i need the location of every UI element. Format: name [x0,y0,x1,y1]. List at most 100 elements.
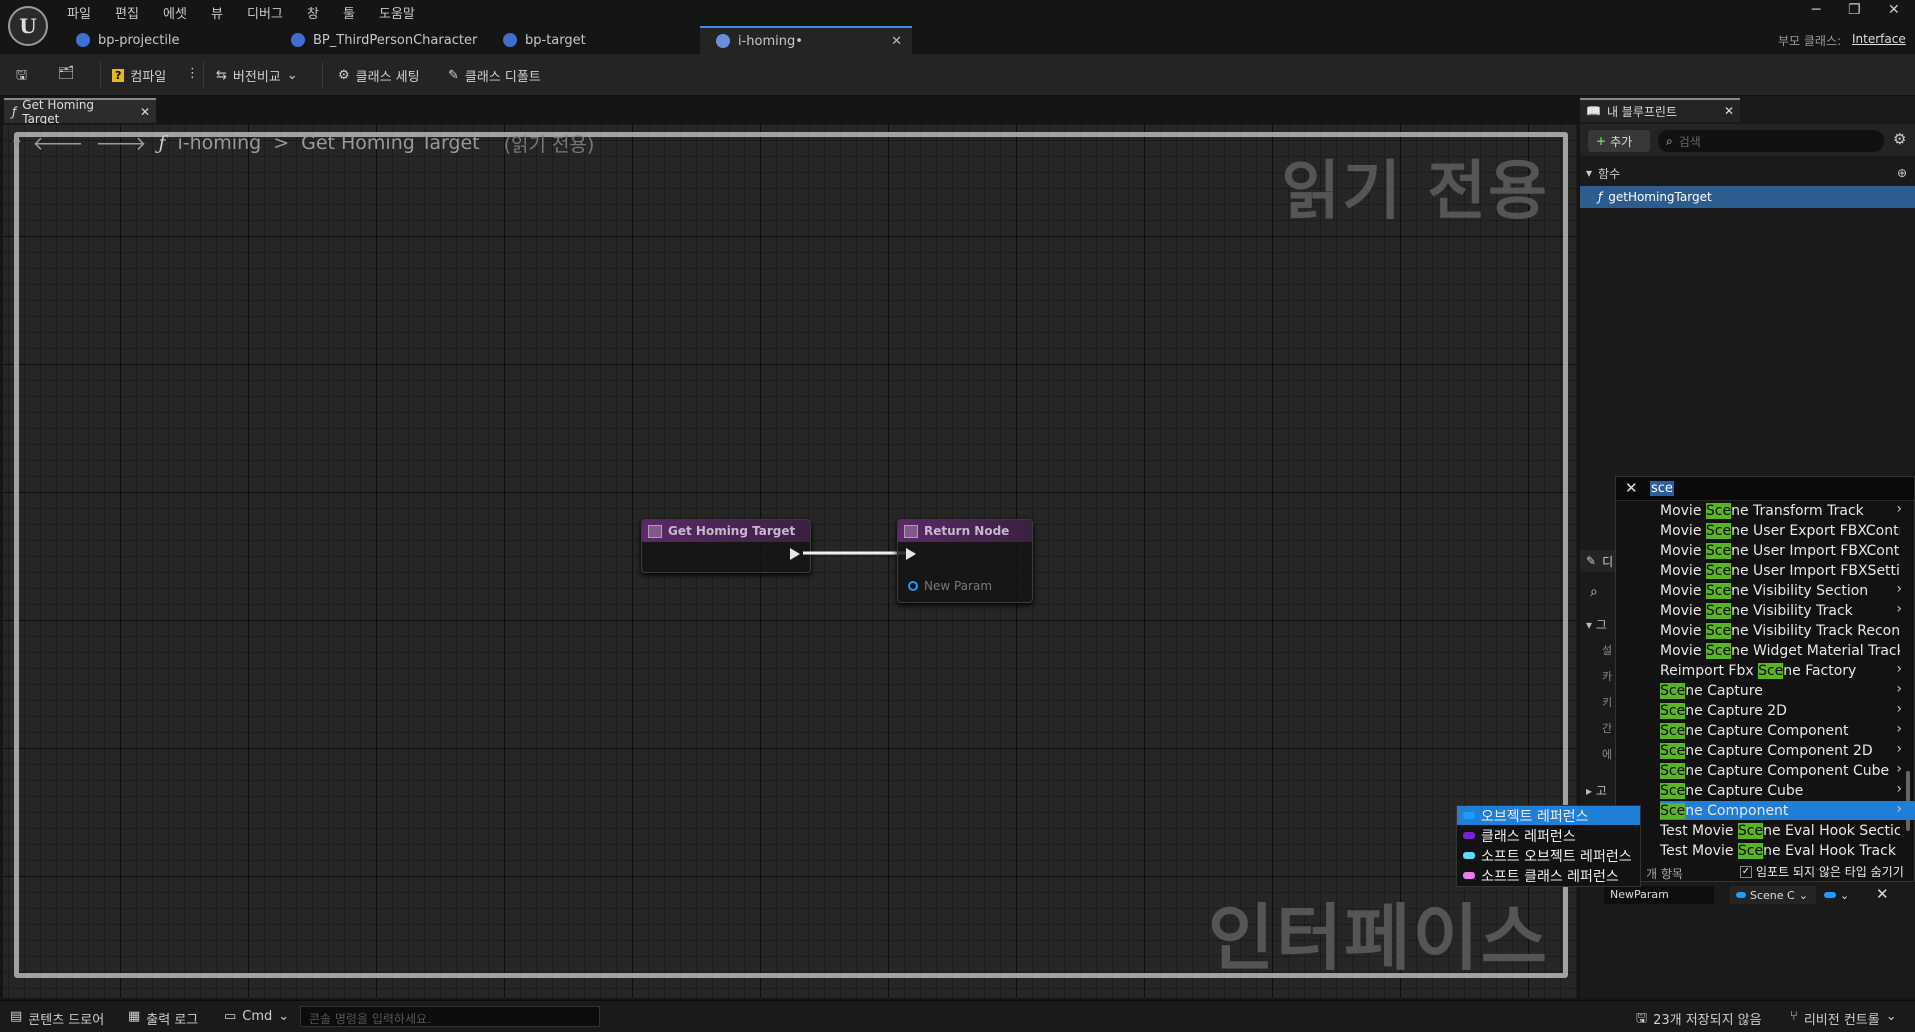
forward-icon[interactable]: 🡒 [95,132,146,155]
tab-my-blueprint[interactable]: 📖 내 블루프린트 ✕ [1580,98,1740,122]
submenu-arrow-icon: › [1896,661,1902,677]
new-param-pin[interactable]: New Param [908,579,992,593]
menu-asset[interactable]: 에셋 [163,3,187,22]
type-list-item[interactable]: Sce ne Capture Cube [1660,781,1900,800]
minimize-icon[interactable]: ─ [1812,2,1820,18]
type-list-item[interactable]: Movie Sce ne Visibility Section [1660,581,1900,600]
chevron-down-icon: ⌄ [1840,888,1850,902]
menu-item-soft-class-reference[interactable]: 소프트 클래스 레퍼런스 [1463,866,1638,885]
console-input[interactable]: 콘솔 명령을 입력하세요. [300,1006,600,1027]
details-tab[interactable]: ✎ 디 [1580,550,1620,572]
search-input[interactable]: ⌕ 검색 [1658,130,1884,152]
add-function-icon[interactable]: ⊕ [1897,166,1907,180]
menu-item-soft-object-reference[interactable]: 소프트 오브젝트 레퍼런스 [1463,846,1638,865]
compile-options-icon[interactable]: ⋮ [186,66,199,81]
close-window-icon[interactable]: ✕ [1888,2,1900,18]
close-tab-icon[interactable]: ✕ [891,34,902,49]
tab-i-homing[interactable]: i-homing• ✕ [700,26,912,54]
tab-bp-target[interactable]: bp-target [487,26,699,54]
type-list-item[interactable]: Test Movie Sce ne Eval Hook Track [1660,841,1900,860]
breadcrumb-function[interactable]: Get Homing Target [301,132,480,154]
tab-bp-thirdpersoncharacter[interactable]: BP_ThirdPersonCharacter [275,26,487,54]
param-type-dropdown[interactable]: Scene C ⌄ [1730,886,1816,904]
divider [322,62,323,88]
close-tab-icon[interactable]: ✕ [1724,104,1734,118]
restore-icon[interactable]: ❐ [1848,2,1861,18]
type-list-item[interactable]: Movie Sce ne Visibility Track Recon [1660,621,1900,640]
soft-class-reference-icon [1463,872,1475,879]
type-list-item[interactable]: Sce ne Capture Component [1660,721,1900,740]
menu-view[interactable]: 뷰 [211,3,223,22]
pencil-icon: ✎ [1586,554,1597,568]
class-settings-button[interactable]: ⚙ 클래스 세팅 [338,66,420,85]
revision-control-button[interactable]: ⑂ 리비전 컨트롤 ⌄ [1790,1009,1897,1028]
tab-get-homing-target[interactable]: ƒ Get Homing Target ✕ [4,98,156,126]
breadcrumb: ▾ 🡐 🡒 ƒ i-homing > Get Homing Target (읽기… [13,128,594,158]
class-defaults-button[interactable]: ✎ 클래스 디폴트 [448,66,541,85]
chevron-down-icon: ⌄ [1798,888,1808,902]
function-item-gethomingtarget[interactable]: ƒ getHomingTarget [1580,186,1915,208]
function-entry-node[interactable]: Get Homing Target [641,519,811,573]
log-icon: ▦ [128,1009,141,1024]
type-list-item[interactable]: Sce ne Capture Component 2D [1660,741,1900,760]
compile-button[interactable]: ? 컴파일 [112,66,166,85]
menu-window[interactable]: 창 [307,3,319,22]
breadcrumb-root[interactable]: i-homing [177,132,261,154]
clear-search-icon[interactable]: ✕ [1625,479,1638,497]
return-node[interactable]: Return Node New Param [897,519,1033,603]
container-type-dropdown[interactable]: ⌄ [1824,886,1858,904]
bookmark-icon[interactable]: ▾ [13,134,21,152]
menu-edit[interactable]: 편집 [115,3,139,22]
class-reference-icon [1463,832,1475,839]
back-icon[interactable]: 🡐 [33,132,84,155]
unsaved-button[interactable]: 🖫 23개 저장되지 않음 [1636,1009,1762,1031]
add-button[interactable]: + 추가 [1588,130,1650,152]
type-list-item[interactable]: Sce ne Component [1660,801,1915,820]
type-list-item[interactable]: Movie Sce ne User Import FBXSettir [1660,561,1900,580]
menu-help[interactable]: 도움말 [379,3,415,22]
popup-search-input[interactable]: sce [1650,481,1674,496]
menu-tools[interactable]: 툴 [343,3,355,22]
output-log-button[interactable]: ▦ 출력 로그 [128,1009,198,1028]
close-tab-icon[interactable]: ✕ [140,105,150,119]
type-list-item[interactable]: Movie Sce ne Visibility Track [1660,601,1900,620]
submenu-arrow-icon: › [1896,581,1902,597]
type-list-item[interactable]: Test Movie Sce ne Eval Hook Sectic [1660,821,1900,840]
browse-icon[interactable]: 🗂 [58,66,75,81]
chevron-down-icon: ⌄ [278,1009,290,1024]
menu-debug[interactable]: 디버그 [247,3,283,22]
content-drawer-button[interactable]: ▤ 콘텐츠 드로어 [10,1009,104,1028]
cmd-dropdown[interactable]: ▭ Cmd ⌄ [224,1009,289,1024]
param-name-input[interactable]: NewParam [1604,886,1714,904]
menu-item-object-reference[interactable]: 오브젝트 레퍼런스 [1457,806,1640,825]
menu-file[interactable]: 파일 [67,3,91,22]
chevron-down-icon: ▾ [1586,166,1593,180]
checkmark-icon: ✓ [1740,865,1752,878]
type-list-item[interactable]: Sce ne Capture [1660,681,1900,700]
search-icon[interactable]: ⌕ [1590,584,1598,600]
graph-canvas[interactable]: ▾ 🡐 🡒 ƒ i-homing > Get Homing Target (읽기… [3,124,1577,998]
diff-button[interactable]: ⇆ 버전비교 ⌄ [216,66,298,85]
divider [100,62,101,88]
type-list-item[interactable]: Sce ne Capture 2D [1660,701,1900,720]
type-list-item[interactable]: Sce ne Capture Component Cube [1660,761,1900,780]
remove-param-icon[interactable]: ✕ [1876,885,1889,903]
exec-out-pin[interactable] [790,548,800,560]
settings-gear-icon[interactable]: ⚙ [1893,130,1906,148]
menu-item-class-reference[interactable]: 클래스 레퍼런스 [1463,826,1638,845]
type-list-item[interactable]: Movie Sce ne User Import FBXContr [1660,541,1900,560]
hide-unloaded-checkbox[interactable]: ✓ 임포트 되지 않은 타입 숨기기 [1740,863,1904,880]
unreal-logo[interactable]: U [8,6,48,46]
functions-section-header[interactable]: ▾ 함수 ⊕ [1580,162,1915,184]
item-count-label: 개 항목 [1646,867,1683,881]
parent-class-link[interactable]: Interface [1852,32,1906,46]
exec-in-pin[interactable] [906,548,916,560]
diff-icon: ⇆ [216,68,227,83]
type-pin-icon [1736,892,1746,898]
tab-bp-projectile[interactable]: bp-projectile [60,26,275,54]
type-list-item[interactable]: Movie Sce ne Widget Material Track [1660,641,1900,660]
save-icon[interactable]: 🖫 [16,66,27,88]
type-list-item[interactable]: Reimport Fbx Sce ne Factory [1660,661,1900,680]
type-list-item[interactable]: Movie Sce ne Transform Track [1660,501,1900,520]
type-list-item[interactable]: Movie Sce ne User Export FBXContr [1660,521,1900,540]
